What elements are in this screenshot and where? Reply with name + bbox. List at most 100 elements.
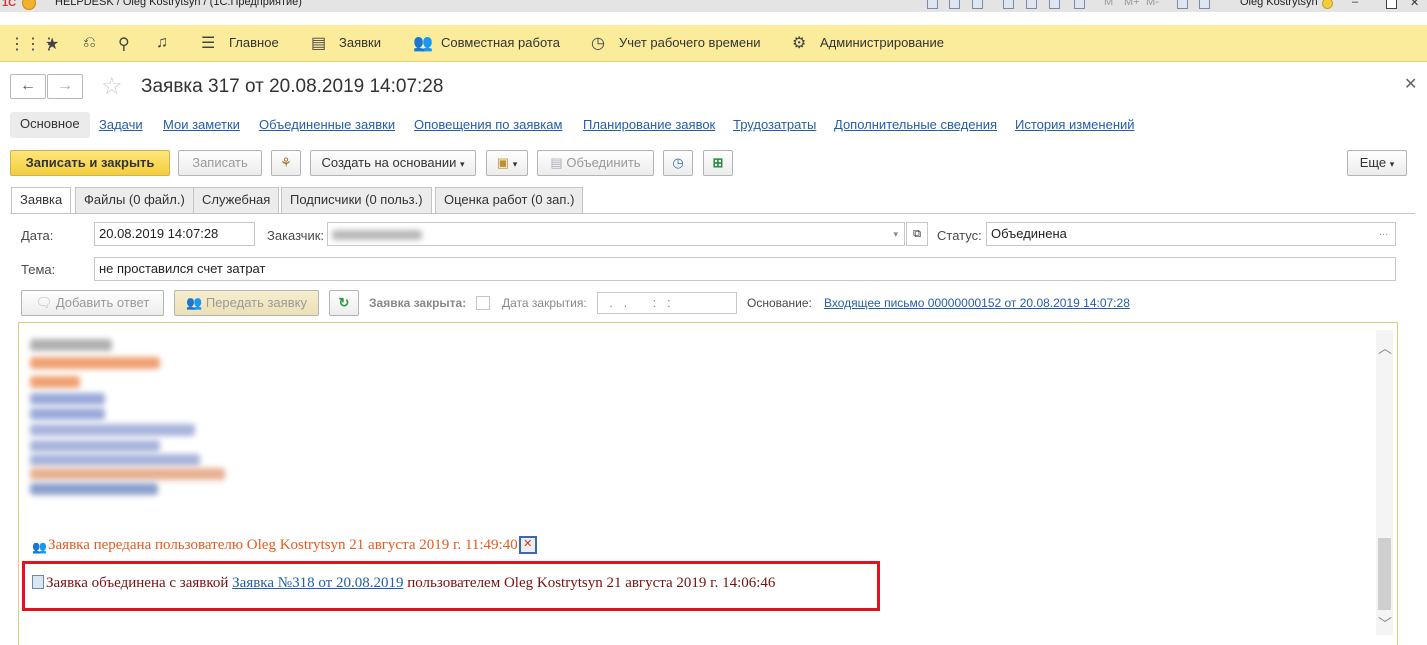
section-link-alerts[interactable]: Оповещения по заявкам bbox=[414, 117, 562, 132]
section-link-tasks[interactable]: Задачи bbox=[99, 117, 143, 132]
clock-icon: ◷ bbox=[672, 155, 684, 170]
save-button[interactable]: Записать bbox=[178, 150, 262, 176]
open-customer-button[interactable]: ⧉ bbox=[906, 222, 928, 246]
scroll-up-icon[interactable]: ︿ bbox=[1378, 338, 1392, 358]
memory-mminus-icon[interactable]: M- bbox=[1146, 0, 1159, 8]
menu-item-requests[interactable]: ▤ Заявки bbox=[311, 35, 381, 52]
close-date-field[interactable]: . . : : bbox=[597, 292, 737, 314]
favorites-star-icon[interactable]: ★ bbox=[45, 34, 59, 54]
history-message-merge: Заявка объединена с заявкой Заявка №318 … bbox=[32, 575, 775, 592]
page-title: Заявка 317 от 20.08.2019 14:07:28 bbox=[141, 76, 444, 97]
mail-send-icon[interactable] bbox=[1026, 0, 1037, 9]
menu-item-label: Совместная работа bbox=[441, 35, 560, 50]
closed-checkbox[interactable] bbox=[476, 296, 490, 310]
memory-mplus-icon[interactable]: M+ bbox=[1124, 0, 1140, 8]
menu-item-time-tracking[interactable]: ◷ Учет рабочего времени bbox=[591, 35, 761, 52]
form-close-icon[interactable]: ✕ bbox=[1404, 74, 1417, 94]
add-to-favorites-star-icon[interactable]: ☆ bbox=[101, 72, 123, 101]
main-menu-button[interactable] bbox=[22, 0, 36, 10]
section-link-merged[interactable]: Объединенные заявки bbox=[259, 117, 395, 132]
structure-button[interactable]: ⚘ bbox=[271, 150, 301, 176]
preview-icon[interactable] bbox=[972, 0, 983, 9]
tab-work-rating[interactable]: Оценка работ (0 зап.) bbox=[435, 187, 584, 213]
customer-field[interactable]: ▾ bbox=[327, 222, 905, 246]
memory-m-icon[interactable]: M bbox=[1104, 0, 1113, 8]
calculator-icon[interactable] bbox=[1049, 0, 1060, 9]
blurred-text bbox=[30, 483, 158, 495]
section-link-change-history[interactable]: История изменений bbox=[1015, 117, 1135, 132]
tab-subscribers[interactable]: Подписчики (0 польз.) bbox=[281, 187, 432, 213]
history-icon[interactable]: ⎌ bbox=[83, 34, 96, 52]
dropdown-arrow-icon: ▾ bbox=[512, 159, 518, 169]
date-field[interactable]: 20.08.2019 14:07:28 bbox=[94, 222, 255, 246]
add-excel-button[interactable]: ⊞ bbox=[703, 150, 733, 176]
users-icon: 👥 bbox=[32, 540, 47, 554]
mail-icon[interactable] bbox=[1003, 0, 1014, 9]
forward-button[interactable]: → bbox=[47, 74, 83, 99]
tab-request[interactable]: Заявка bbox=[11, 187, 72, 214]
blurred-text bbox=[30, 424, 195, 436]
tab-files[interactable]: Файлы (0 файл.) bbox=[75, 187, 194, 213]
refresh-button[interactable]: ↻ bbox=[329, 290, 359, 316]
dropdown-arrow-icon: ▾ bbox=[1389, 159, 1395, 169]
add-answer-button[interactable]: 🗨 Добавить ответ bbox=[21, 290, 164, 316]
tabs-divider bbox=[10, 213, 1415, 214]
comment-add-icon: 🗨 bbox=[35, 295, 53, 310]
basis-link[interactable]: Входящее письмо 00000000152 от 20.08.201… bbox=[824, 296, 1130, 310]
section-link-extra-info[interactable]: Дополнительные сведения bbox=[834, 117, 997, 132]
current-user[interactable]: Oleg Kostrytsyn bbox=[1240, 0, 1318, 8]
zoom-icon[interactable] bbox=[1177, 0, 1188, 9]
more-label: Еще bbox=[1359, 155, 1387, 170]
transfer-request-button[interactable]: 👥 Передать заявку bbox=[174, 290, 319, 316]
scroll-thumb[interactable] bbox=[1378, 538, 1391, 610]
tab-service[interactable]: Служебная bbox=[193, 187, 280, 213]
blurred-text bbox=[30, 376, 80, 388]
search-icon[interactable]: ⚲ bbox=[118, 34, 130, 54]
closed-label: Заявка закрыта: bbox=[369, 296, 467, 310]
transfer-message-text: Заявка передана пользователю Oleg Kostry… bbox=[48, 537, 518, 553]
topic-label: Тема: bbox=[21, 262, 56, 277]
merge-document-icon bbox=[32, 575, 44, 589]
save-and-close-button[interactable]: Записать и закрыть bbox=[10, 150, 170, 176]
merge-button[interactable]: ▤ Объединить bbox=[537, 150, 654, 176]
info-icon[interactable] bbox=[1322, 0, 1333, 9]
time-button[interactable]: ◷ bbox=[663, 150, 693, 176]
menu-item-collaboration[interactable]: 👥 Совместная работа bbox=[413, 35, 560, 52]
menu-item-label: Главное bbox=[229, 35, 279, 50]
topic-field[interactable]: не проставился счет затрат bbox=[94, 257, 1396, 281]
dropdown-arrow-icon: ▾ bbox=[459, 159, 465, 169]
minimize-icon[interactable]: – bbox=[1352, 0, 1358, 8]
merged-request-link[interactable]: Заявка №318 от 20.08.2019 bbox=[232, 575, 403, 591]
customer-value-blurred bbox=[332, 230, 422, 240]
section-link-notes[interactable]: Мои заметки bbox=[163, 117, 240, 132]
more-button[interactable]: Еще ▾ bbox=[1347, 150, 1407, 176]
transfer-label: Передать заявку bbox=[205, 295, 307, 310]
notifications-bell-icon[interactable]: ♫ bbox=[156, 34, 168, 52]
open-window-icon: ⧉ bbox=[913, 228, 921, 240]
panels-icon[interactable] bbox=[1199, 0, 1210, 9]
maximize-icon[interactable] bbox=[1386, 0, 1397, 9]
select-ellipsis-icon[interactable]: ... bbox=[1379, 226, 1388, 238]
calendar-icon[interactable] bbox=[1074, 0, 1085, 9]
status-field[interactable]: Объединена bbox=[986, 222, 1396, 246]
save-icon[interactable] bbox=[927, 0, 938, 9]
dropdown-arrow-icon[interactable]: ▾ bbox=[893, 223, 898, 245]
history-scrollbar[interactable]: ︿ ﹀ bbox=[1376, 330, 1393, 635]
menu-item-administration[interactable]: ⚙ Администрирование bbox=[792, 35, 944, 52]
basis-label: Основание: bbox=[747, 296, 812, 310]
scroll-down-icon[interactable]: ﹀ bbox=[1378, 614, 1392, 634]
refresh-icon: ↻ bbox=[338, 295, 350, 310]
window-close-icon[interactable]: ✕ bbox=[1410, 0, 1419, 9]
blurred-text bbox=[30, 393, 105, 405]
section-link-labor[interactable]: Трудозатраты bbox=[733, 117, 816, 132]
section-link-planning[interactable]: Планирование заявок bbox=[583, 117, 715, 132]
merge-message-suffix: пользователем Oleg Kostrytsyn 21 августа… bbox=[403, 575, 776, 591]
app-logo-icon: 1С bbox=[2, 0, 17, 9]
back-button[interactable]: ← bbox=[10, 74, 46, 99]
menu-item-main[interactable]: ☰ Главное bbox=[201, 35, 279, 52]
create-based-on-button[interactable]: Создать на основании ▾ bbox=[310, 150, 476, 176]
section-main[interactable]: Основное bbox=[10, 112, 90, 138]
print-icon[interactable] bbox=[949, 0, 960, 9]
delete-icon[interactable]: ✕ bbox=[518, 536, 537, 554]
attach-menu-button[interactable]: ▣ ▾ bbox=[486, 150, 528, 176]
